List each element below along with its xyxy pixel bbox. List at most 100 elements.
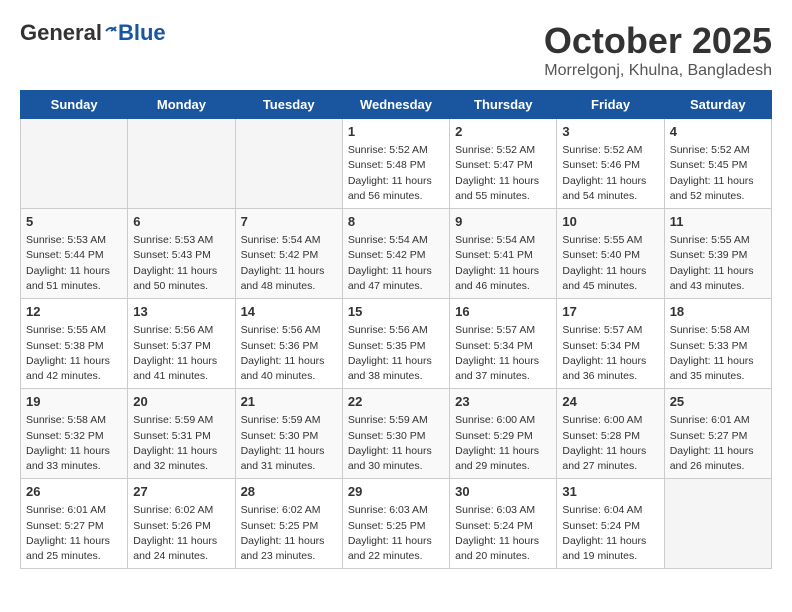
day-number: 21 xyxy=(241,393,337,411)
logo-general-text: General xyxy=(20,20,102,46)
calendar-week-row: 12 Sunrise: 5:55 AMSunset: 5:38 PMDayligh… xyxy=(21,299,772,389)
cell-content: Sunrise: 5:56 AMSunset: 5:35 PMDaylight:… xyxy=(348,323,444,384)
calendar-cell: 14Sunrise: 5:56 AMSunset: 5:36 PMDayligh… xyxy=(235,299,342,389)
day-number: 29 xyxy=(348,483,444,501)
day-number: 22 xyxy=(348,393,444,411)
calendar-cell: 29 Sunrise: 6:03 AMSunset: 5:25 PMDayligh… xyxy=(342,479,449,569)
calendar-cell xyxy=(21,119,128,209)
day-number: 19 xyxy=(26,393,122,411)
calendar-cell: 11Sunrise: 5:55 AMSunset: 5:39 PMDayligh… xyxy=(664,209,771,299)
calendar-cell: 24 Sunrise: 6:00 AMSunset: 5:28 PMDayligh… xyxy=(557,389,664,479)
cell-content: Sunrise: 5:53 AMSunset: 5:43 PMDaylight:… xyxy=(133,233,229,294)
cell-content: Sunrise: 6:01 AMSunset: 5:27 PMDaylight:… xyxy=(670,413,766,474)
day-number: 3 xyxy=(562,123,658,141)
location-text: Morrelgonj, Khulna, Bangladesh xyxy=(544,62,772,80)
cell-content: Sunrise: 5:57 AMSunset: 5:34 PMDaylight:… xyxy=(455,323,551,384)
calendar-table: SundayMondayTuesdayWednesdayThursdayFrid… xyxy=(20,90,772,569)
calendar-week-row: 19Sunrise: 5:58 AMSunset: 5:32 PMDayligh… xyxy=(21,389,772,479)
calendar-week-row: 5Sunrise: 5:53 AMSunset: 5:44 PMDaylight… xyxy=(21,209,772,299)
calendar-cell: 1 Sunrise: 5:52 AMSunset: 5:48 PMDaylight… xyxy=(342,119,449,209)
calendar-cell: 26Sunrise: 6:01 AMSunset: 5:27 PMDayligh… xyxy=(21,479,128,569)
calendar-cell: 2 Sunrise: 5:52 AMSunset: 5:47 PMDaylight… xyxy=(450,119,557,209)
calendar-cell: 17Sunrise: 5:57 AMSunset: 5:34 PMDayligh… xyxy=(557,299,664,389)
cell-content: Sunrise: 5:52 AMSunset: 5:48 PMDaylight:… xyxy=(348,143,444,204)
cell-content: Sunrise: 5:52 AMSunset: 5:46 PMDaylight:… xyxy=(562,143,658,204)
day-of-week-header: Sunday xyxy=(21,91,128,119)
day-number: 13 xyxy=(133,303,229,321)
day-number: 18 xyxy=(670,303,766,321)
cell-content: Sunrise: 5:54 AMSunset: 5:41 PMDaylight:… xyxy=(455,233,551,294)
calendar-cell: 5Sunrise: 5:53 AMSunset: 5:44 PMDaylight… xyxy=(21,209,128,299)
cell-content: Sunrise: 5:59 AMSunset: 5:30 PMDaylight:… xyxy=(241,413,337,474)
calendar-cell: 10 Sunrise: 5:55 AMSunset: 5:40 PMDayligh… xyxy=(557,209,664,299)
calendar-cell: 9 Sunrise: 5:54 AMSunset: 5:41 PMDaylight… xyxy=(450,209,557,299)
calendar-cell xyxy=(664,479,771,569)
cell-content: Sunrise: 6:00 AMSunset: 5:28 PMDaylight:… xyxy=(562,413,658,474)
page-header: General Blue October 2025 Morrelgonj, Kh… xyxy=(20,20,772,80)
cell-content: Sunrise: 5:56 AMSunset: 5:37 PMDaylight:… xyxy=(133,323,229,384)
cell-content: Sunrise: 5:52 AMSunset: 5:45 PMDaylight:… xyxy=(670,143,766,204)
cell-content: Sunrise: 5:56 AMSunset: 5:36 PMDaylight:… xyxy=(241,323,337,384)
day-number: 11 xyxy=(670,213,766,231)
day-number: 4 xyxy=(670,123,766,141)
calendar-cell: 28 Sunrise: 6:02 AMSunset: 5:25 PMDayligh… xyxy=(235,479,342,569)
calendar-cell: 23Sunrise: 6:00 AMSunset: 5:29 PMDayligh… xyxy=(450,389,557,479)
calendar-header: SundayMondayTuesdayWednesdayThursdayFrid… xyxy=(21,91,772,119)
day-number: 8 xyxy=(348,213,444,231)
cell-content: Sunrise: 5:54 AMSunset: 5:42 PMDaylight:… xyxy=(241,233,337,294)
day-number: 7 xyxy=(241,213,337,231)
day-number: 26 xyxy=(26,483,122,501)
month-title: October 2025 xyxy=(544,20,772,62)
day-number: 16 xyxy=(455,303,551,321)
cell-content: Sunrise: 6:03 AMSunset: 5:25 PMDaylight:… xyxy=(348,503,444,564)
day-number: 25 xyxy=(670,393,766,411)
calendar-cell xyxy=(128,119,235,209)
day-number: 10 xyxy=(562,213,658,231)
calendar-body: 1 Sunrise: 5:52 AMSunset: 5:48 PMDaylight… xyxy=(21,119,772,569)
day-number: 15 xyxy=(348,303,444,321)
calendar-cell: 19Sunrise: 5:58 AMSunset: 5:32 PMDayligh… xyxy=(21,389,128,479)
day-of-week-header: Saturday xyxy=(664,91,771,119)
day-number: 2 xyxy=(455,123,551,141)
day-number: 9 xyxy=(455,213,551,231)
day-number: 30 xyxy=(455,483,551,501)
cell-content: Sunrise: 5:55 AMSunset: 5:38 PMDaylight:… xyxy=(26,323,122,384)
cell-content: Sunrise: 6:04 AMSunset: 5:24 PMDaylight:… xyxy=(562,503,658,564)
cell-content: Sunrise: 5:55 AMSunset: 5:40 PMDaylight:… xyxy=(562,233,658,294)
calendar-cell: 16 Sunrise: 5:57 AMSunset: 5:34 PMDayligh… xyxy=(450,299,557,389)
day-number: 24 xyxy=(562,393,658,411)
cell-content: Sunrise: 6:02 AMSunset: 5:26 PMDaylight:… xyxy=(133,503,229,564)
day-number: 5 xyxy=(26,213,122,231)
day-number: 28 xyxy=(241,483,337,501)
calendar-cell: 3 Sunrise: 5:52 AMSunset: 5:46 PMDaylight… xyxy=(557,119,664,209)
calendar-cell: 30Sunrise: 6:03 AMSunset: 5:24 PMDayligh… xyxy=(450,479,557,569)
calendar-cell: 4 Sunrise: 5:52 AMSunset: 5:45 PMDaylight… xyxy=(664,119,771,209)
title-block: October 2025 Morrelgonj, Khulna, Banglad… xyxy=(544,20,772,80)
cell-content: Sunrise: 5:57 AMSunset: 5:34 PMDaylight:… xyxy=(562,323,658,384)
day-of-week-header: Friday xyxy=(557,91,664,119)
calendar-cell: 25 Sunrise: 6:01 AMSunset: 5:27 PMDayligh… xyxy=(664,389,771,479)
calendar-cell: 21 Sunrise: 5:59 AMSunset: 5:30 PMDayligh… xyxy=(235,389,342,479)
calendar-cell: 20 Sunrise: 5:59 AMSunset: 5:31 PMDayligh… xyxy=(128,389,235,479)
calendar-cell: 12 Sunrise: 5:55 AMSunset: 5:38 PMDayligh… xyxy=(21,299,128,389)
logo-icon xyxy=(104,24,118,38)
day-number: 20 xyxy=(133,393,229,411)
day-number: 27 xyxy=(133,483,229,501)
calendar-cell: 31Sunrise: 6:04 AMSunset: 5:24 PMDayligh… xyxy=(557,479,664,569)
cell-content: Sunrise: 6:02 AMSunset: 5:25 PMDaylight:… xyxy=(241,503,337,564)
day-of-week-header: Wednesday xyxy=(342,91,449,119)
day-number: 12 xyxy=(26,303,122,321)
calendar-cell: 13 Sunrise: 5:56 AMSunset: 5:37 PMDayligh… xyxy=(128,299,235,389)
calendar-cell: 27 Sunrise: 6:02 AMSunset: 5:26 PMDayligh… xyxy=(128,479,235,569)
cell-content: Sunrise: 5:52 AMSunset: 5:47 PMDaylight:… xyxy=(455,143,551,204)
calendar-cell xyxy=(235,119,342,209)
cell-content: Sunrise: 5:58 AMSunset: 5:33 PMDaylight:… xyxy=(670,323,766,384)
calendar-cell: 18 Sunrise: 5:58 AMSunset: 5:33 PMDayligh… xyxy=(664,299,771,389)
logo: General Blue xyxy=(20,20,166,46)
day-number: 1 xyxy=(348,123,444,141)
calendar-cell: 15 Sunrise: 5:56 AMSunset: 5:35 PMDayligh… xyxy=(342,299,449,389)
calendar-cell: 6Sunrise: 5:53 AMSunset: 5:43 PMDaylight… xyxy=(128,209,235,299)
cell-content: Sunrise: 5:59 AMSunset: 5:31 PMDaylight:… xyxy=(133,413,229,474)
cell-content: Sunrise: 5:54 AMSunset: 5:42 PMDaylight:… xyxy=(348,233,444,294)
calendar-week-row: 1 Sunrise: 5:52 AMSunset: 5:48 PMDaylight… xyxy=(21,119,772,209)
